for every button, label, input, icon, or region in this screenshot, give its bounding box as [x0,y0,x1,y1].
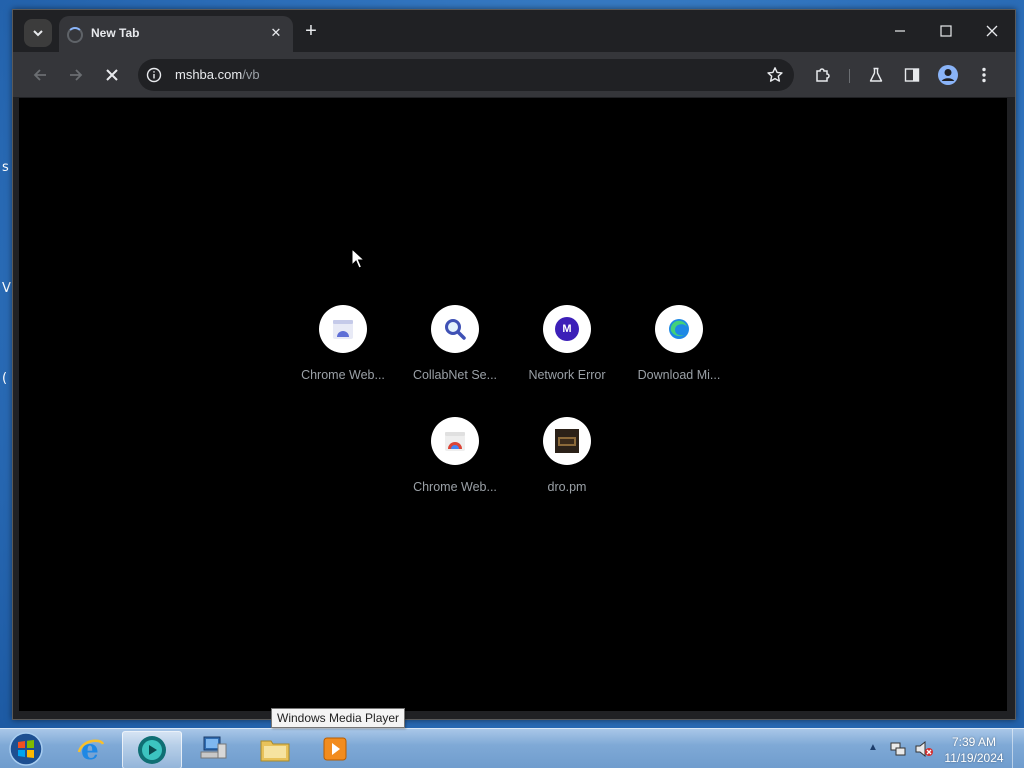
clock-time: 7:39 AM [951,735,997,749]
url-host: mshba.com [175,67,243,82]
maximize-button[interactable] [923,16,969,46]
desktop-icon-fragment: ( [2,371,8,386]
toolbar-divider [849,69,850,83]
more-vertical-icon [982,67,986,83]
shortcut-network-error[interactable]: M Network Error [511,305,623,405]
dro-pm-favicon [555,429,579,453]
url-path: /vb [242,67,260,82]
info-icon[interactable] [146,67,162,83]
stop-loading-button[interactable] [99,62,125,88]
shortcut-chrome-web-store-2[interactable]: Chrome Web... [399,417,511,517]
side-panel-icon [904,68,920,82]
shortcut-label: Chrome Web... [301,368,385,382]
shortcut-label: CollabNet Se... [412,368,498,382]
shortcut-download-microsoft[interactable]: Download Mi... [623,305,735,405]
url-text[interactable]: mshba.com/vb [175,67,260,82]
start-button[interactable] [6,730,46,768]
taskbar-media-center[interactable] [306,731,364,767]
chrome-window: New Tab ✕ + mshba.com/vb Chrome Web... C… [12,9,1016,720]
shortcut-icon-circle [431,305,479,353]
svg-text:e: e [81,734,99,764]
media-player-icon [138,736,166,764]
computer-icon [200,736,227,759]
minimize-button[interactable] [877,16,923,46]
chrome-web-store-icon [333,320,353,339]
puzzle-icon [816,68,830,82]
internet-explorer-icon: e [77,734,105,764]
taskbar: e ▲ 7:39 AM 11/19/2024 [0,728,1024,768]
desktop-icon-fragment: V [2,281,11,296]
shortcut-label: Chrome Web... [413,480,497,494]
shortcut-icon-circle [655,305,703,353]
tray-overflow-icon[interactable]: ▲ [868,742,878,753]
clock-date: 11/19/2024 [944,751,1004,765]
flask-icon [869,67,883,82]
maximize-icon [940,25,952,37]
windows-orb-icon [9,732,43,766]
folder-icon [260,740,290,762]
shortcut-label: Network Error [528,368,606,382]
edge-icon [669,319,689,339]
toolbar: mshba.com/vb [13,52,1015,97]
close-window-button[interactable] [969,16,1015,46]
close-tab-icon[interactable]: ✕ [267,24,285,42]
taskbar-internet-explorer[interactable]: e [62,731,120,767]
letter-m-icon: M [555,317,579,341]
new-tab-button[interactable]: + [301,21,321,42]
tab-search-button[interactable] [24,19,52,47]
minimize-icon [895,30,905,32]
network-tray-icon[interactable] [889,740,907,758]
chevron-down-icon [33,30,43,37]
chrome-web-store-icon [445,432,465,451]
desktop-icon-fragment: s [2,160,9,175]
shortcut-dro-pm[interactable]: dro.pm [511,417,623,517]
shortcut-icon-circle: M [543,305,591,353]
media-center-icon [323,737,347,761]
back-button[interactable] [27,62,53,88]
shortcut-chrome-web-store[interactable]: Chrome Web... [287,305,399,405]
close-icon [986,25,998,37]
address-bar[interactable]: mshba.com/vb [138,59,794,91]
volume-muted-icon[interactable] [914,740,934,758]
taskbar-clock[interactable]: 7:39 AM 11/19/2024 [940,734,1008,766]
extensions-button[interactable] [810,62,836,88]
mouse-cursor-icon [351,248,365,269]
forward-button[interactable] [63,62,89,88]
magnifier-icon [445,319,466,340]
profile-button[interactable] [935,62,961,88]
chrome-menu-button[interactable] [971,62,997,88]
labs-button[interactable] [863,62,889,88]
side-panel-button[interactable] [899,62,925,88]
tab-new-tab[interactable]: New Tab ✕ [59,16,293,52]
arrow-left-icon [33,69,46,81]
taskbar-tooltip: Windows Media Player [271,708,406,728]
taskbar-network-computer[interactable] [184,731,242,767]
show-desktop-button[interactable] [1012,729,1024,768]
profile-avatar-icon [938,65,958,85]
bookmark-star-icon[interactable] [766,66,784,84]
close-icon [106,69,118,81]
shortcut-icon-circle [431,417,479,465]
shortcut-icon-circle [319,305,367,353]
title-bar: New Tab ✕ + [13,10,1015,52]
shortcut-label: Download Mi... [637,368,721,382]
loading-spinner-icon [67,27,83,43]
shortcut-icon-circle [543,417,591,465]
shortcut-collabnet[interactable]: CollabNet Se... [399,305,511,405]
taskbar-media-player[interactable] [122,731,182,768]
taskbar-file-explorer[interactable] [246,731,304,767]
shortcut-label: dro.pm [547,480,587,494]
arrow-right-icon [70,69,83,81]
tab-title: New Tab [91,26,140,40]
new-tab-page: Chrome Web... CollabNet Se... M Network … [19,98,1007,711]
